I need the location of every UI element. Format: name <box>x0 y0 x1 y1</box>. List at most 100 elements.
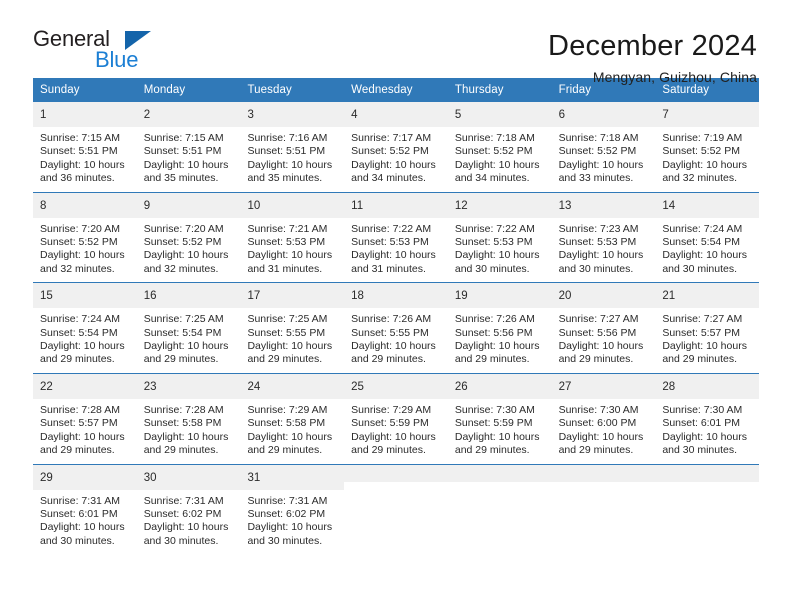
daylight-text-line2: and 34 minutes. <box>351 172 426 185</box>
daylight-text-line1: Daylight: 10 hours <box>351 158 436 171</box>
sunrise-text: Sunrise: 7:30 AM <box>558 403 639 416</box>
day-cell[interactable]: 26 Sunrise: 7:30 AM Sunset: 5:59 PM Dayligh… <box>447 373 552 464</box>
sunrise-text: Sunrise: 7:29 AM <box>351 403 432 416</box>
day-number: 30 <box>143 471 157 484</box>
sunrise-text: Sunrise: 7:15 AM <box>40 132 120 144</box>
day-details <box>344 482 448 537</box>
dow-tuesday: Tuesday <box>247 84 292 96</box>
day-number: 5 <box>454 109 462 121</box>
day-cell[interactable]: 31 Sunrise: 7:31 AM Sunset: 6:02 PM Dayligh… <box>240 464 345 555</box>
day-cell[interactable]: 15 Sunrise: 7:24 AM Sunset: 5:54 PM Dayligh… <box>33 283 137 373</box>
dow-saturday: Saturday <box>662 84 710 96</box>
day-cell[interactable]: 3 Sunrise: 7:16 AM Sunset: 5:51 PM Daylight… <box>240 102 345 192</box>
sunrise-text: Sunrise: 7:31 AM <box>143 494 224 507</box>
day-number-strip: 22 <box>33 373 137 399</box>
daylight-text-line1: Daylight: 10 hours <box>143 340 229 353</box>
day-cell[interactable]: 17 Sunrise: 7:25 AM Sunset: 5:55 PM Dayligh… <box>240 283 345 373</box>
day-details: Sunrise: 7:20 AM Sunset: 5:52 PM Daylight:… <box>33 218 137 283</box>
day-number: 12 <box>454 199 468 212</box>
sunset-text: Sunset: 5:54 PM <box>40 326 118 339</box>
daylight-text-line2: and 29 minutes. <box>247 353 323 366</box>
day-details: Sunrise: 7:15 AM Sunset: 5:51 PM Daylight:… <box>137 127 241 192</box>
daylight-text-line1: Daylight: 10 hours <box>247 340 333 353</box>
day-cell[interactable]: 12 Sunrise: 7:22 AM Sunset: 5:53 PM Dayligh… <box>447 192 552 283</box>
sunset-text: Sunset: 5:53 PM <box>351 236 429 249</box>
day-cell[interactable]: 16 Sunrise: 7:25 AM Sunset: 5:54 PM Dayligh… <box>136 283 241 373</box>
day-number-strip <box>655 464 760 482</box>
day-cell[interactable]: 22 Sunrise: 7:28 AM Sunset: 5:57 PM Dayligh… <box>33 373 137 464</box>
daylight-text-line1: Daylight: 10 hours <box>454 249 540 262</box>
day-number-strip: 24 <box>240 373 345 399</box>
daylight-text-line2: and 29 minutes. <box>143 353 219 366</box>
day-details: Sunrise: 7:29 AM Sunset: 5:59 PM Daylight:… <box>344 399 448 464</box>
day-cell[interactable]: 27 Sunrise: 7:30 AM Sunset: 6:00 PM Dayligh… <box>551 373 656 464</box>
generalblue-logo[interactable]: General Blue <box>33 28 163 74</box>
day-number-strip <box>447 464 552 482</box>
day-cell[interactable]: 30 Sunrise: 7:31 AM Sunset: 6:02 PM Dayligh… <box>136 464 241 555</box>
sunset-text: Sunset: 5:56 PM <box>454 326 533 339</box>
day-cell[interactable]: 18 Sunrise: 7:26 AM Sunset: 5:55 PM Dayligh… <box>344 283 448 373</box>
day-cell[interactable]: 23 Sunrise: 7:28 AM Sunset: 5:58 PM Dayligh… <box>136 373 241 464</box>
sunset-text: Sunset: 5:54 PM <box>143 326 222 339</box>
day-cell[interactable]: 8 Sunrise: 7:20 AM Sunset: 5:52 PM Daylight… <box>33 192 137 283</box>
day-details: Sunrise: 7:25 AM Sunset: 5:54 PM Daylight:… <box>137 308 241 373</box>
day-cell[interactable]: 5 Sunrise: 7:18 AM Sunset: 5:52 PM Daylight… <box>447 102 552 192</box>
daylight-text-line2: and 30 minutes. <box>40 534 115 547</box>
day-cell[interactable]: 21 Sunrise: 7:27 AM Sunset: 5:57 PM Dayligh… <box>655 283 760 373</box>
day-cell[interactable]: 9 Sunrise: 7:20 AM Sunset: 5:52 PM Daylight… <box>136 192 241 283</box>
day-cell[interactable]: 29 Sunrise: 7:31 AM Sunset: 6:01 PM Dayligh… <box>33 464 137 555</box>
day-number: 31 <box>247 471 261 484</box>
daylight-text-line2: and 36 minutes. <box>40 172 115 185</box>
day-cell-empty <box>447 464 552 555</box>
day-cell[interactable]: 2 Sunrise: 7:15 AM Sunset: 5:51 PM Daylight… <box>136 102 241 192</box>
daylight-text-line1: Daylight: 10 hours <box>247 249 333 262</box>
day-cell[interactable]: 1 Sunrise: 7:15 AM Sunset: 5:51 PM Daylight… <box>33 102 137 192</box>
daylight-text-line2: and 30 minutes. <box>662 444 738 457</box>
day-cell[interactable]: 7 Sunrise: 7:19 AM Sunset: 5:52 PM Daylight… <box>655 102 760 192</box>
day-details: Sunrise: 7:15 AM Sunset: 5:51 PM Daylight:… <box>33 127 137 192</box>
daylight-text-line1: Daylight: 10 hours <box>351 430 436 443</box>
sunset-text: Sunset: 5:59 PM <box>454 417 533 430</box>
day-cell[interactable]: 20 Sunrise: 7:27 AM Sunset: 5:56 PM Dayligh… <box>551 283 656 373</box>
day-cell[interactable]: 14 Sunrise: 7:24 AM Sunset: 5:54 PM Dayligh… <box>655 192 760 283</box>
day-cell[interactable]: 13 Sunrise: 7:23 AM Sunset: 5:53 PM Dayligh… <box>551 192 656 283</box>
day-number-strip: 10 <box>240 192 345 218</box>
day-number-strip: 15 <box>33 283 137 309</box>
day-number: 9 <box>143 199 151 212</box>
day-cell[interactable]: 10 Sunrise: 7:21 AM Sunset: 5:53 PM Dayligh… <box>240 192 345 283</box>
daylight-text-line1: Daylight: 10 hours <box>662 249 747 262</box>
day-cell[interactable]: 6 Sunrise: 7:18 AM Sunset: 5:52 PM Daylight… <box>551 102 656 192</box>
page-header: General Blue December 2024 Mengyan, Guiz… <box>0 0 792 86</box>
day-details: Sunrise: 7:25 AM Sunset: 5:55 PM Daylight:… <box>240 308 344 373</box>
day-number-strip <box>344 464 448 482</box>
day-number: 16 <box>143 290 157 303</box>
day-number-strip: 1 <box>33 102 137 127</box>
day-number: 11 <box>351 199 364 212</box>
sunrise-text: Sunrise: 7:20 AM <box>143 222 224 235</box>
day-number: 18 <box>351 290 364 303</box>
day-cell[interactable]: 25 Sunrise: 7:29 AM Sunset: 5:59 PM Dayligh… <box>344 373 448 464</box>
sunrise-text: Sunrise: 7:30 AM <box>454 403 535 416</box>
day-cell[interactable]: 4 Sunrise: 7:17 AM Sunset: 5:52 PM Daylight… <box>344 102 448 192</box>
day-cell[interactable]: 28 Sunrise: 7:30 AM Sunset: 6:01 PM Dayligh… <box>655 373 760 464</box>
day-cell[interactable]: 24 Sunrise: 7:29 AM Sunset: 5:58 PM Dayligh… <box>240 373 345 464</box>
week-row: 22 Sunrise: 7:28 AM Sunset: 5:57 PM Dayligh… <box>33 372 760 464</box>
daylight-text-line1: Daylight: 10 hours <box>40 340 125 353</box>
daylight-text-line1: Daylight: 10 hours <box>247 158 333 171</box>
sunrise-text: Sunrise: 7:26 AM <box>454 313 535 326</box>
day-number-strip: 12 <box>447 192 552 218</box>
sunset-text: Sunset: 5:51 PM <box>143 145 222 158</box>
sunrise-text: Sunrise: 7:18 AM <box>454 132 535 144</box>
day-cell-empty <box>344 464 448 555</box>
day-number-strip: 13 <box>551 192 656 218</box>
day-details: Sunrise: 7:24 AM Sunset: 5:54 PM Daylight:… <box>655 218 759 283</box>
dow-friday: Friday <box>558 84 592 96</box>
day-cell[interactable]: 11 Sunrise: 7:22 AM Sunset: 5:53 PM Dayligh… <box>344 192 448 283</box>
daylight-text-line2: and 29 minutes. <box>143 444 219 457</box>
daylight-text-line1: Daylight: 10 hours <box>143 521 229 534</box>
daylight-text-line2: and 30 minutes. <box>662 262 738 275</box>
day-number-strip: 30 <box>136 464 241 490</box>
dow-thursday: Thursday <box>454 84 504 96</box>
day-details: Sunrise: 7:19 AM Sunset: 5:52 PM Daylight:… <box>655 127 759 192</box>
day-cell[interactable]: 19 Sunrise: 7:26 AM Sunset: 5:56 PM Dayligh… <box>447 283 552 373</box>
